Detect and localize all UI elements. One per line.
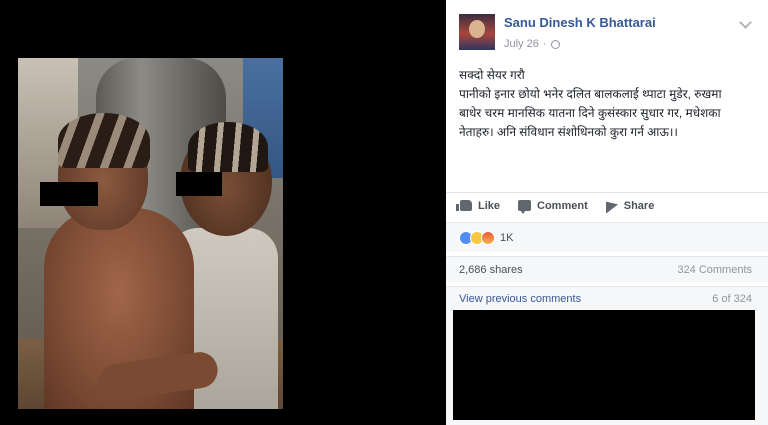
post-text-line: पानीको इनार छोयो भनेर दलित बालकलाई थ्पाट… — [459, 87, 722, 101]
post-meta: July 26 · — [504, 38, 560, 50]
censor-bar — [176, 172, 222, 196]
author-name[interactable]: Sanu Dinesh K Bhattarai — [504, 15, 656, 30]
chevron-down-icon[interactable] — [739, 16, 752, 29]
reactions-summary[interactable]: 1K — [446, 222, 768, 252]
post-header: Sanu Dinesh K Bhattarai July 26 · — [446, 0, 768, 56]
comment-button[interactable]: Comment — [518, 199, 588, 214]
post-photo[interactable] — [18, 58, 283, 409]
post-text-line: नेताहरु। अनि संविधान संशोधिनको कुरा गर्न… — [459, 125, 678, 139]
share-button[interactable]: Share — [605, 197, 655, 214]
like-label: Like — [478, 199, 501, 212]
post-date[interactable]: July 26 — [504, 38, 539, 50]
post-text-line: सक्दो सेयर गरौ — [459, 68, 525, 82]
reaction-count: 1K — [500, 231, 514, 244]
share-icon — [605, 197, 618, 214]
post-actions: Like Comment Share — [446, 192, 768, 218]
photo-child-left-hair — [58, 113, 150, 168]
post-text: सक्दो सेयर गरौ पानीको इनार छोयो भनेर दलि… — [459, 66, 759, 142]
photo-viewer: Sanu Dinesh K Bhattarai July 26 · सक्दो … — [0, 0, 768, 425]
thumbs-up-icon — [456, 200, 472, 211]
share-label: Share — [623, 199, 655, 212]
censor-bar — [40, 182, 98, 206]
photo-child-right-hair — [188, 122, 268, 172]
post-text-line: बाधेर चरम मानसिक यातना दिने कुसंस्कार सु… — [459, 106, 721, 120]
comments-navigation: View previous comments 6 of 324 — [446, 286, 768, 310]
redacted-comments — [453, 310, 755, 420]
comment-label: Comment — [537, 199, 588, 212]
post-panel: Sanu Dinesh K Bhattarai July 26 · सक्दो … — [446, 0, 768, 425]
avatar[interactable] — [459, 14, 495, 50]
comments-position: 6 of 324 — [712, 292, 752, 305]
comment-icon — [518, 200, 532, 214]
comments-count[interactable]: 324 Comments — [677, 264, 752, 276]
post-stats: 2,686 shares 324 Comments — [446, 256, 768, 282]
shares-count[interactable]: 2,686 shares — [459, 264, 523, 276]
view-previous-comments-link[interactable]: View previous comments — [459, 293, 581, 305]
like-button[interactable]: Like — [456, 199, 501, 212]
angry-reaction-icon — [481, 230, 495, 245]
meta-separator: · — [542, 38, 547, 50]
globe-icon[interactable] — [550, 39, 560, 49]
